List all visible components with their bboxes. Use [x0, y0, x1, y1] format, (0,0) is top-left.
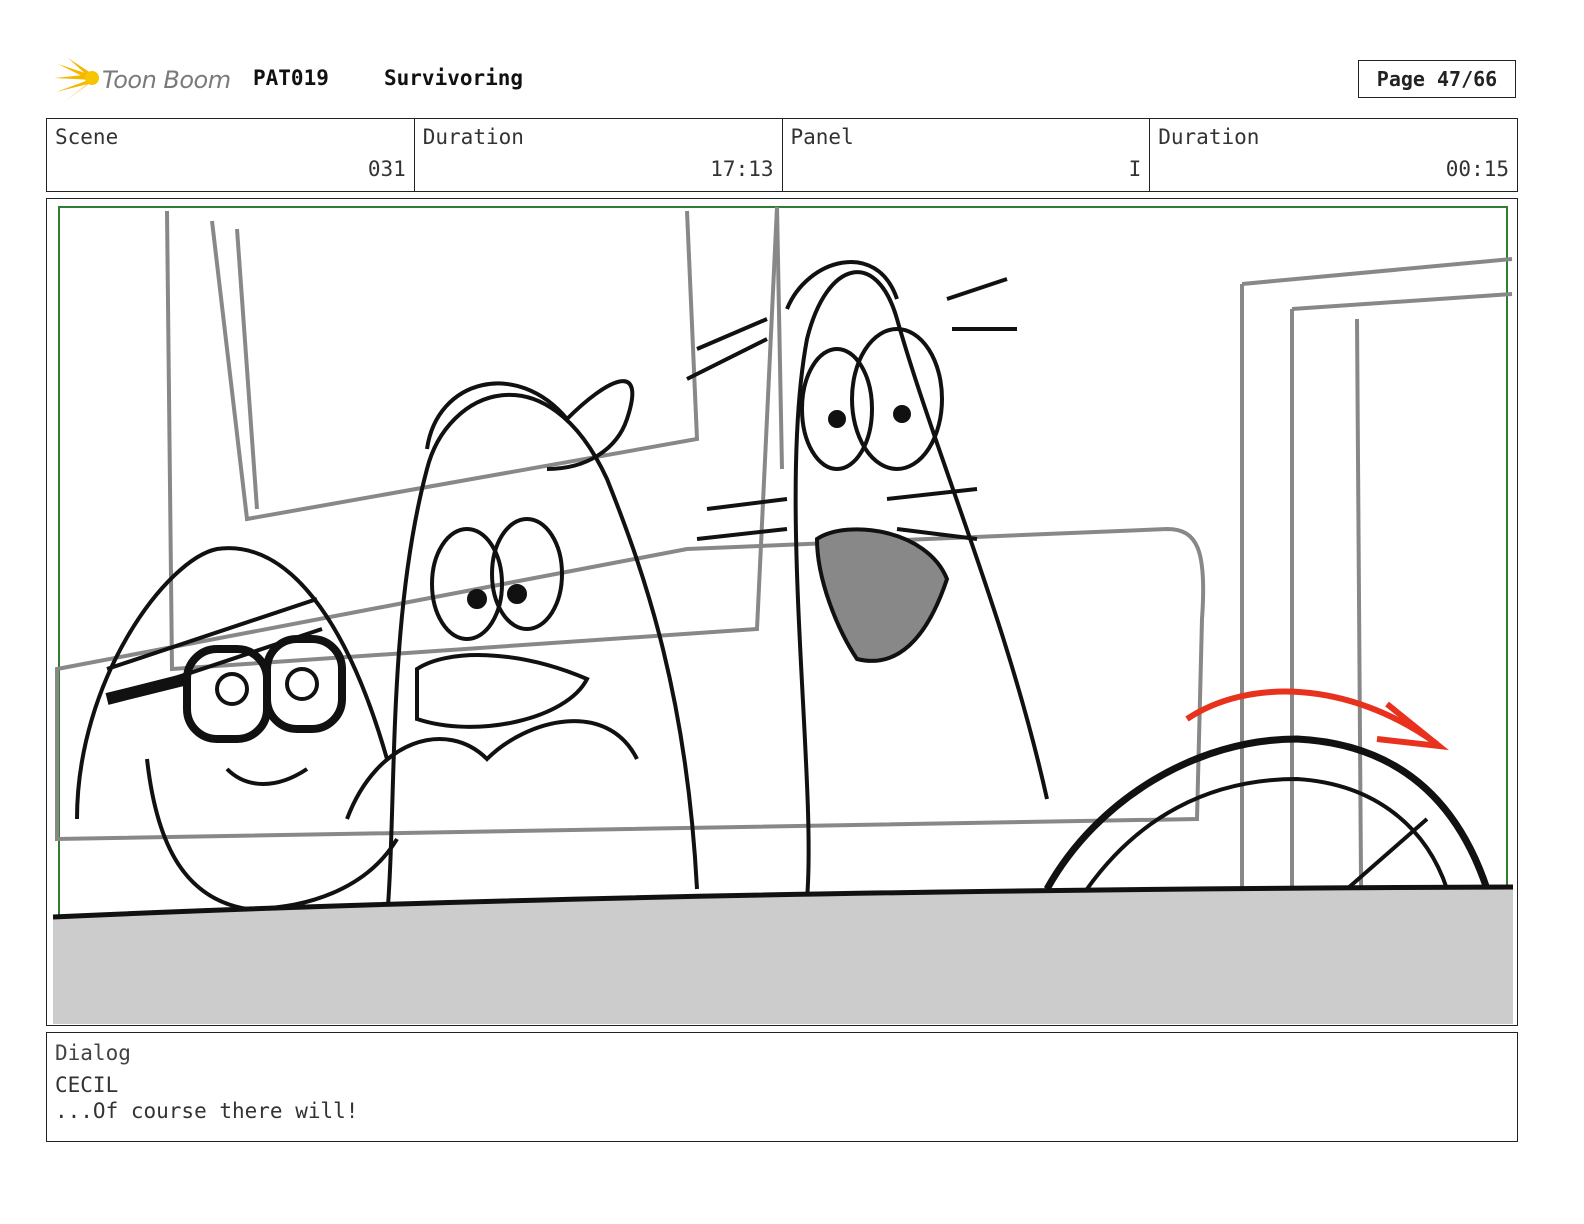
toon-boom-logo: Toon Boom	[50, 56, 240, 106]
steering-wheel	[1043, 735, 1491, 891]
dialog-speaker: CECIL	[55, 1073, 119, 1097]
car-seat	[55, 526, 1206, 842]
sun-burst-icon	[54, 58, 99, 102]
storyboard-sketch-image	[52, 206, 1514, 1024]
panel-duration-label: Duration	[1158, 125, 1260, 149]
panel-cell: Panel I	[783, 119, 1151, 191]
character-right-shouting	[686, 260, 1049, 900]
scene-label: Scene	[55, 125, 119, 149]
project-code: PAT019	[253, 66, 329, 90]
dialog-line: ...Of course there will!	[55, 1099, 359, 1123]
duration-cell: Duration 17:13	[415, 119, 783, 191]
character-left-glasses	[75, 546, 399, 912]
panel-label: Panel	[790, 125, 854, 149]
panel-value: I	[1128, 157, 1142, 181]
panel-duration-cell: Duration 00:15	[1150, 119, 1517, 191]
logo-wordmark: Toon Boom	[102, 66, 231, 94]
duration-value: 17:13	[710, 157, 774, 181]
panel-info-table: Scene 031 Duration 17:13 Panel I Duratio…	[46, 118, 1518, 192]
character-middle-cap	[345, 379, 699, 920]
duration-label: Duration	[422, 125, 524, 149]
episode-title: Survivoring	[384, 66, 524, 90]
scene-value: 031	[367, 157, 406, 181]
page-indicator: Page 47/66	[1358, 60, 1516, 98]
storyboard-panel	[46, 198, 1518, 1026]
dialog-label: Dialog	[55, 1041, 131, 1065]
dialog-box: Dialog CECIL ...Of course there will!	[46, 1032, 1518, 1142]
panel-duration-value: 00:15	[1445, 157, 1509, 181]
scene-cell: Scene 031	[47, 119, 415, 191]
